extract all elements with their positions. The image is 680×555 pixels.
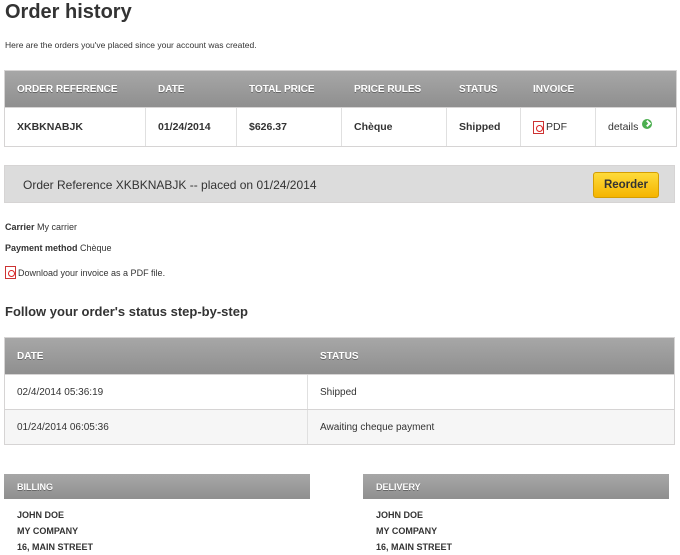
status-date: 01/24/2014 06:05:36 <box>5 410 308 444</box>
billing-title: BILLING <box>4 474 310 499</box>
billing-line: MY COMPANY <box>17 526 79 536</box>
pdf-icon[interactable] <box>533 120 544 134</box>
header-date: DATE <box>158 83 185 95</box>
carrier-label: Carrier <box>5 222 35 232</box>
order-reference[interactable]: XKBKNABJK <box>5 108 146 146</box>
payment-value: Chèque <box>80 243 112 253</box>
table-row: 02/4/2014 05:36:19 Shipped <box>5 374 674 409</box>
invoice-link[interactable]: PDF <box>521 108 596 146</box>
intro-text: Here are the orders you've placed since … <box>5 40 257 50</box>
header-total-price: TOTAL PRICE <box>249 83 315 95</box>
delivery-line: MY COMPANY <box>376 526 438 536</box>
billing-address: BILLING JOHN DOE MY COMPANY 16, MAIN STR… <box>4 474 310 555</box>
page-title: Order history <box>5 1 132 23</box>
payment-label: Payment method <box>5 243 78 253</box>
download-invoice-link[interactable]: Download your invoice as a PDF file. <box>5 266 165 279</box>
header-price-rules: PRICE RULES <box>354 83 422 95</box>
billing-line: 16, MAIN STREET <box>17 542 94 552</box>
carrier-info: Carrier My carrier <box>5 222 77 232</box>
header-invoice: INVOICE <box>533 83 575 95</box>
order-price-rules: Chèque <box>342 108 447 146</box>
status-date: 02/4/2014 05:36:19 <box>5 375 308 409</box>
delivery-line: JOHN DOE <box>376 510 424 520</box>
reorder-button[interactable]: Reorder <box>593 172 659 198</box>
status-table-header: DATE STATUS <box>5 338 674 374</box>
order-status: Shipped <box>447 108 521 146</box>
carrier-value: My carrier <box>37 222 78 232</box>
order-date: 01/24/2014 <box>146 108 237 146</box>
invoice-link-label[interactable]: PDF <box>546 121 567 133</box>
order-detail-label: Order Reference XKBKNABJK -- placed on 0… <box>23 178 317 192</box>
details-link-label[interactable]: details <box>608 121 638 133</box>
header-status-date: DATE <box>17 350 44 362</box>
download-invoice-label[interactable]: Download your invoice as a PDF file. <box>18 268 165 278</box>
orders-table-header: ORDER REFERENCE DATE TOTAL PRICE PRICE R… <box>5 71 676 107</box>
status-value: Shipped <box>320 386 357 398</box>
table-row: 01/24/2014 06:05:36 Awaiting cheque paym… <box>5 409 674 444</box>
status-section-title: Follow your order's status step-by-step <box>5 304 248 319</box>
table-row[interactable]: XKBKNABJK 01/24/2014 $626.37 Chèque Ship… <box>5 107 676 146</box>
header-status-status: STATUS <box>320 350 359 362</box>
pdf-icon[interactable] <box>5 266 16 279</box>
arrow-right-circle-icon[interactable] <box>642 119 653 129</box>
status-value: Awaiting cheque payment <box>320 421 435 433</box>
payment-info: Payment method Chèque <box>5 243 112 253</box>
order-detail-bar: Order Reference XKBKNABJK -- placed on 0… <box>4 165 675 203</box>
delivery-address: DELIVERY JOHN DOE MY COMPANY 16, MAIN ST… <box>363 474 669 555</box>
header-status: STATUS <box>459 83 498 95</box>
order-history-page: Order history Here are the orders you've… <box>0 0 680 554</box>
details-link[interactable]: details <box>596 108 676 146</box>
billing-line: JOHN DOE <box>17 510 65 520</box>
order-total: $626.37 <box>237 108 342 146</box>
orders-table: ORDER REFERENCE DATE TOTAL PRICE PRICE R… <box>4 70 677 147</box>
delivery-title: DELIVERY <box>363 474 669 499</box>
delivery-line: 16, MAIN STREET <box>376 542 453 552</box>
status-table: DATE STATUS 02/4/2014 05:36:19 Shipped 0… <box>4 337 675 445</box>
header-order-reference: ORDER REFERENCE <box>17 83 118 95</box>
